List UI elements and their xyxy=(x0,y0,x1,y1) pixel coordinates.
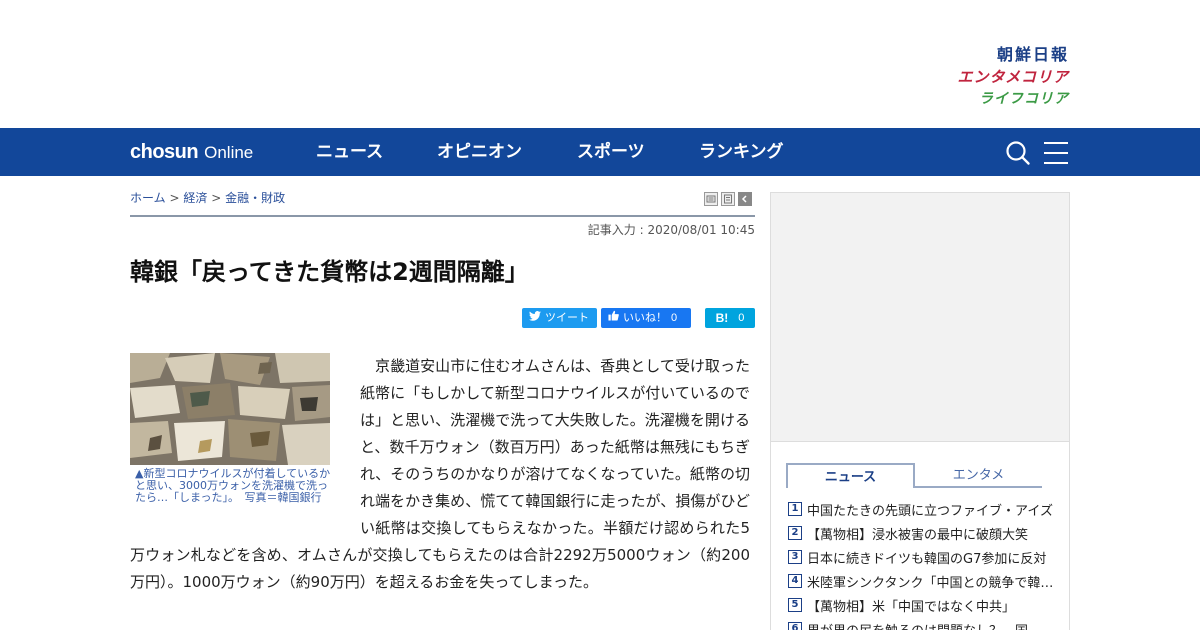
nav-ranking[interactable]: ランキング xyxy=(699,128,784,176)
breadcrumb-home[interactable]: ホーム xyxy=(130,191,166,205)
nav-sports[interactable]: スポーツ xyxy=(577,128,645,176)
hatena-b-icon: B! xyxy=(715,311,729,325)
tab-entame[interactable]: エンタメ xyxy=(915,463,1042,488)
rank-number: 3 xyxy=(788,550,802,564)
breadcrumb-finance[interactable]: 金融・財政 xyxy=(225,191,285,205)
article-body: 京畿道安山市に住むオムさんは、香典として受け取った紙幣に「もしかして新型コロナウ… xyxy=(130,353,750,596)
rank-title: 日本に続きドイツも韓国のG7参加に反対 xyxy=(807,551,1047,567)
ranking-item[interactable]: 2 【萬物相】浸水被害の最中に破顔大笑 xyxy=(788,521,1058,545)
entame-korea-logo[interactable]: エンタメコリア xyxy=(929,66,1069,88)
sidebar-ranking: ニュース エンタメ 1 中国たたきの先頭に立つファイブ・アイズ 2 【萬物相】浸水被… xyxy=(770,442,1070,630)
rank-title: 【萬物相】米「中国ではなく中共」 xyxy=(807,599,1016,615)
rank-title: 【萬物相】浸水被害の最中に破顔大笑 xyxy=(807,527,1029,543)
ranking-item[interactable]: 5 【萬物相】米「中国ではなく中共」 xyxy=(788,593,1058,617)
like-label: いいね！ xyxy=(623,312,667,324)
rank-title: 中国たたきの先頭に立つファイブ・アイズ xyxy=(807,503,1053,519)
photo-float-spacer xyxy=(130,353,360,542)
hatena-bookmark-button[interactable]: B! 0 xyxy=(705,308,755,328)
breadcrumb-economy[interactable]: 経済 xyxy=(183,191,207,205)
chosun-online-logo[interactable]: chosun Online xyxy=(130,139,253,165)
breadcrumb-separator: > xyxy=(211,191,222,205)
ranking-item[interactable]: 3 日本に続きドイツも韓国のG7参加に反対 xyxy=(788,545,1058,569)
ranking-item[interactable]: 1 中国たたきの先頭に立つファイブ・アイズ xyxy=(788,497,1058,521)
like-count: 0 xyxy=(671,312,678,324)
brand-main-text: chosun xyxy=(130,141,199,163)
header-divider xyxy=(130,215,755,217)
rank-title: 米陸軍シンクタンク「中国との競争で韓国は xyxy=(807,575,1058,591)
tab-news[interactable]: ニュース xyxy=(786,463,915,488)
tweet-button[interactable]: ツイート xyxy=(522,308,597,328)
search-icon[interactable] xyxy=(1005,140,1031,166)
print-icon[interactable] xyxy=(704,192,718,206)
rank-number: 6 xyxy=(788,622,802,630)
sidebar-ad-slot xyxy=(770,192,1070,442)
breadcrumb-separator: > xyxy=(169,191,180,205)
hamburger-menu-icon[interactable] xyxy=(1043,140,1069,166)
facebook-like-button[interactable]: いいね！ 0 xyxy=(601,308,691,328)
article-headline: 韓銀「戻ってきた貨幣は2週間隔離」 xyxy=(130,258,529,286)
ranking-item[interactable]: 6 男が男の尻を触るのは問題なし？…国 xyxy=(788,617,1058,630)
main-nav-bar: chosun Online ニュース オピニオン スポーツ ランキング xyxy=(0,128,1200,176)
ranking-item[interactable]: 4 米陸軍シンクタンク「中国との競争で韓国は xyxy=(788,569,1058,593)
chosun-ilbo-logo[interactable]: 朝鮮日報 xyxy=(929,44,1069,66)
partner-logos: 朝鮮日報 エンタメコリア ライフコリア xyxy=(929,44,1069,110)
brand-sub-text: Online xyxy=(204,143,254,162)
tweet-label: ツイート xyxy=(545,312,589,324)
twitter-bird-icon xyxy=(529,308,541,328)
rank-number: 1 xyxy=(788,502,802,516)
text-size-icon[interactable] xyxy=(721,192,735,206)
nav-opinion[interactable]: オピニオン xyxy=(437,128,522,176)
rank-number: 5 xyxy=(788,598,802,612)
rank-title: 男が男の尻を触るのは問題なし？…国 xyxy=(807,620,1028,630)
breadcrumb: ホーム > 経済 > 金融・財政 xyxy=(130,189,285,207)
ranking-list: 1 中国たたきの先頭に立つファイブ・アイズ 2 【萬物相】浸水被害の最中に破顔大笑 … xyxy=(788,497,1058,630)
article-date: 記事入力 : 2020/08/01 10:45 xyxy=(587,223,755,237)
thumbs-up-icon xyxy=(608,308,619,328)
life-korea-logo[interactable]: ライフコリア xyxy=(929,88,1069,110)
back-arrow-icon[interactable] xyxy=(738,192,752,206)
hatena-count: 0 xyxy=(738,312,745,324)
rank-number: 2 xyxy=(788,526,802,540)
nav-news[interactable]: ニュース xyxy=(316,128,383,176)
article-tools xyxy=(704,192,752,206)
rank-number: 4 xyxy=(788,574,802,588)
